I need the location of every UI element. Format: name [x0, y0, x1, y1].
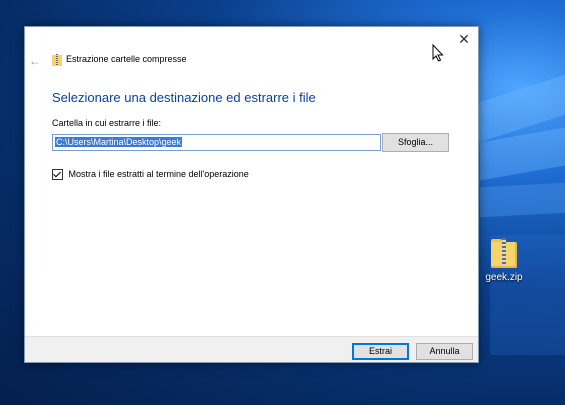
extract-dialog: ✕ ← Estrazione cartelle compresse Selezi… [24, 26, 479, 363]
destination-path-input[interactable]: C:\Users\Martina\Desktop\geek [52, 134, 381, 151]
close-button[interactable]: ✕ [454, 30, 474, 48]
cancel-button[interactable]: Annulla [416, 343, 473, 360]
zip-folder-icon [491, 236, 517, 268]
desktop-icon-label: geek.zip [485, 272, 523, 283]
dialog-title: Estrazione cartelle compresse [66, 54, 187, 64]
path-field-label: Cartella in cui estrarre i file: [52, 118, 162, 128]
show-files-row[interactable]: Mostra i file estratti al termine dell'o… [52, 169, 249, 181]
desktop-icon-geek-zip[interactable]: geek.zip [482, 236, 526, 283]
zip-folder-icon [52, 53, 62, 67]
show-files-label: Mostra i file estratti al termine dell'o… [68, 169, 249, 179]
dialog-footer: Estrai Annulla [25, 336, 478, 362]
browse-button[interactable]: Sfoglia... [382, 133, 449, 152]
wallpaper-light-beam [480, 182, 565, 218]
show-files-checkbox[interactable] [52, 169, 63, 181]
extract-button[interactable]: Estrai [352, 343, 409, 360]
destination-path-value: C:\Users\Martina\Desktop\geek [55, 137, 183, 147]
page-heading: Selezionare una destinazione ed estrarre… [52, 90, 316, 105]
back-arrow-icon[interactable]: ← [29, 54, 43, 68]
